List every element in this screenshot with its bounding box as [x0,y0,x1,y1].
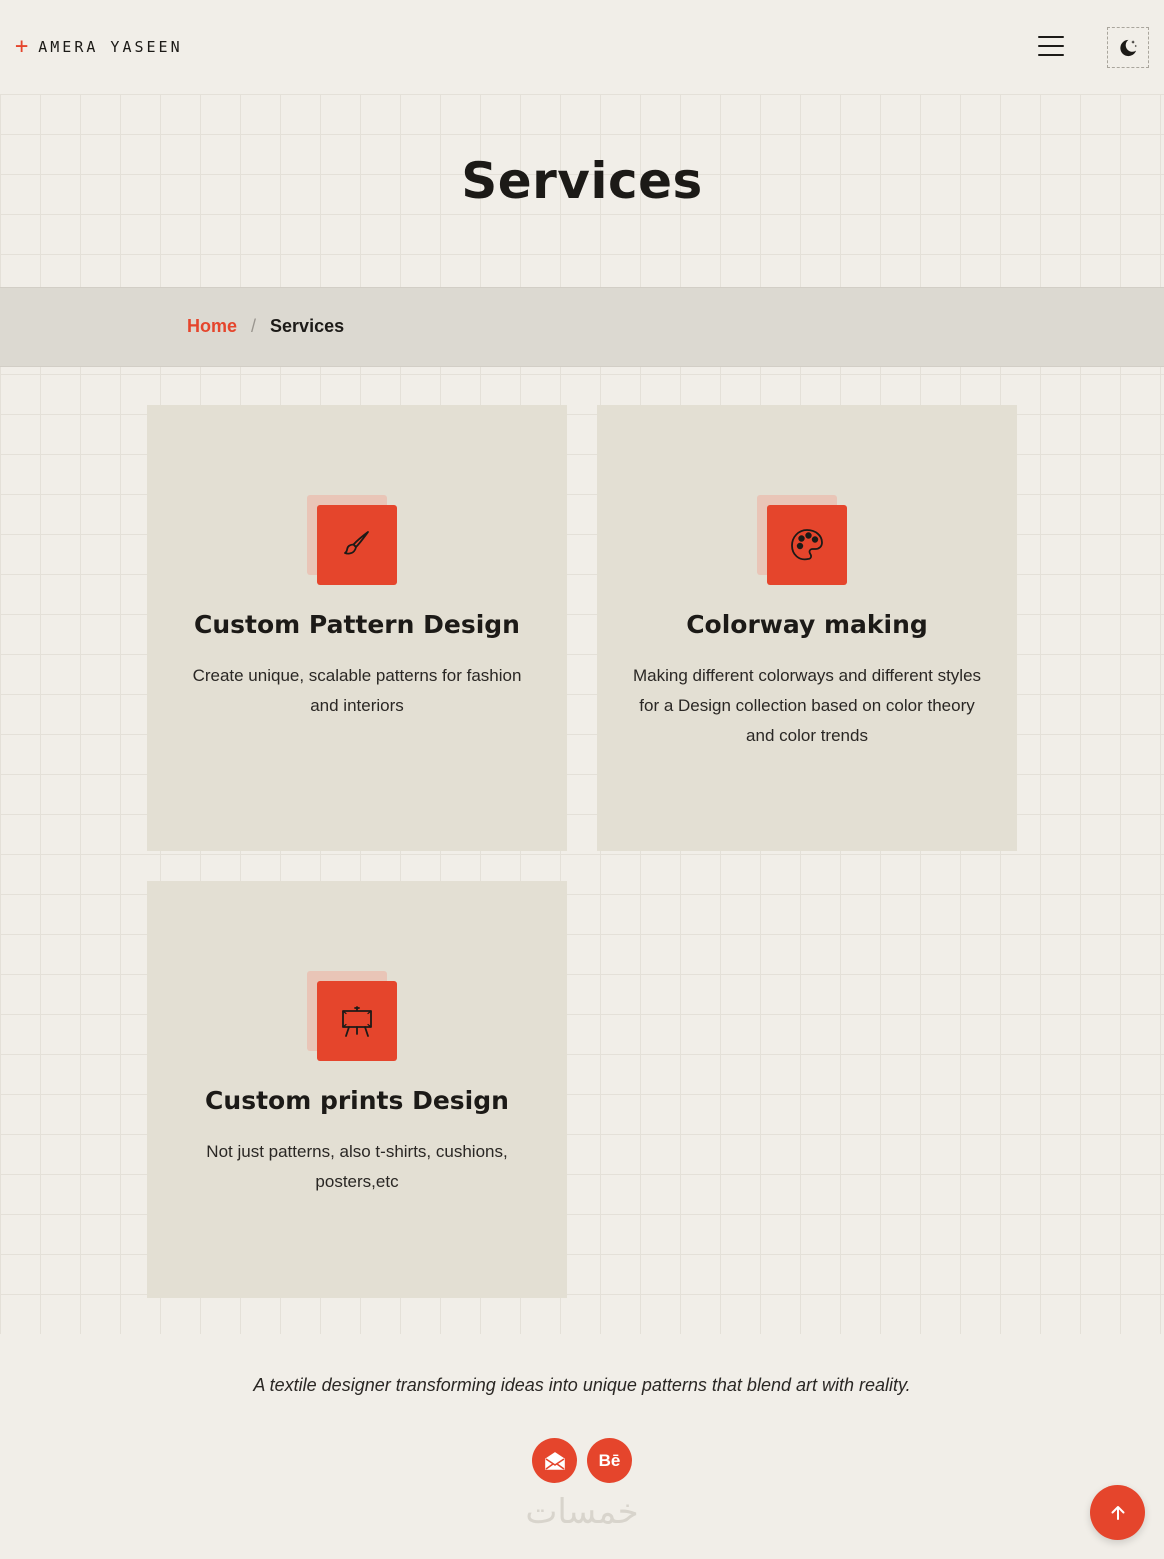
easel-icon [342,1006,372,1037]
page-title: Services [461,152,703,210]
service-description: Not just patterns, also t-shirts, cushio… [206,1142,508,1191]
watermark-logo: خمسات [525,1492,639,1532]
footer-tagline: A textile designer transforming ideas in… [253,1375,911,1395]
brand-name: AMERA YASEEN [38,38,183,56]
mail-button[interactable] [532,1438,577,1483]
breadcrumb-home-link[interactable]: Home [187,316,237,337]
service-title: Custom Pattern Design [194,610,520,639]
service-card-prints-design[interactable]: Custom prints Design Not just patterns, … [147,881,567,1298]
arrow-up-icon [1111,1505,1124,1520]
service-icon-wrap [307,495,397,585]
service-title: Custom prints Design [205,1086,509,1115]
service-description: Create unique, scalable patterns for fas… [192,666,522,715]
breadcrumb: Home / Services [187,316,344,337]
service-card-pattern-design[interactable]: Custom Pattern Design Create unique, sca… [147,405,567,851]
service-icon-wrap [757,495,847,585]
moon-stars-icon [1120,39,1137,56]
breadcrumb-band: Home / Services [0,287,1164,367]
service-icon-wrap [307,971,397,1061]
scroll-to-top-button[interactable] [1090,1485,1145,1540]
page: + AMERA YASEEN Services Home / Services [0,0,1164,1559]
mail-icon [544,1451,565,1470]
service-card-colorway-making[interactable]: Colorway making Making different colorwa… [597,405,1017,851]
hamburger-menu-icon[interactable] [1036,32,1066,60]
breadcrumb-separator: / [251,316,257,336]
brand-plus-icon: + [15,34,29,59]
theme-toggle-button[interactable] [1107,27,1149,68]
behance-icon: Bē [598,1450,621,1470]
breadcrumb-current: Services [270,316,345,336]
service-description: Making different colorways and different… [632,666,982,745]
behance-button[interactable]: Bē [587,1438,632,1483]
brand-logo[interactable]: + AMERA YASEEN [15,34,183,60]
service-title: Colorway making [686,610,928,639]
paintbrush-icon [344,531,369,555]
site-header: + AMERA YASEEN [0,0,1164,94]
palette-icon [791,529,823,561]
